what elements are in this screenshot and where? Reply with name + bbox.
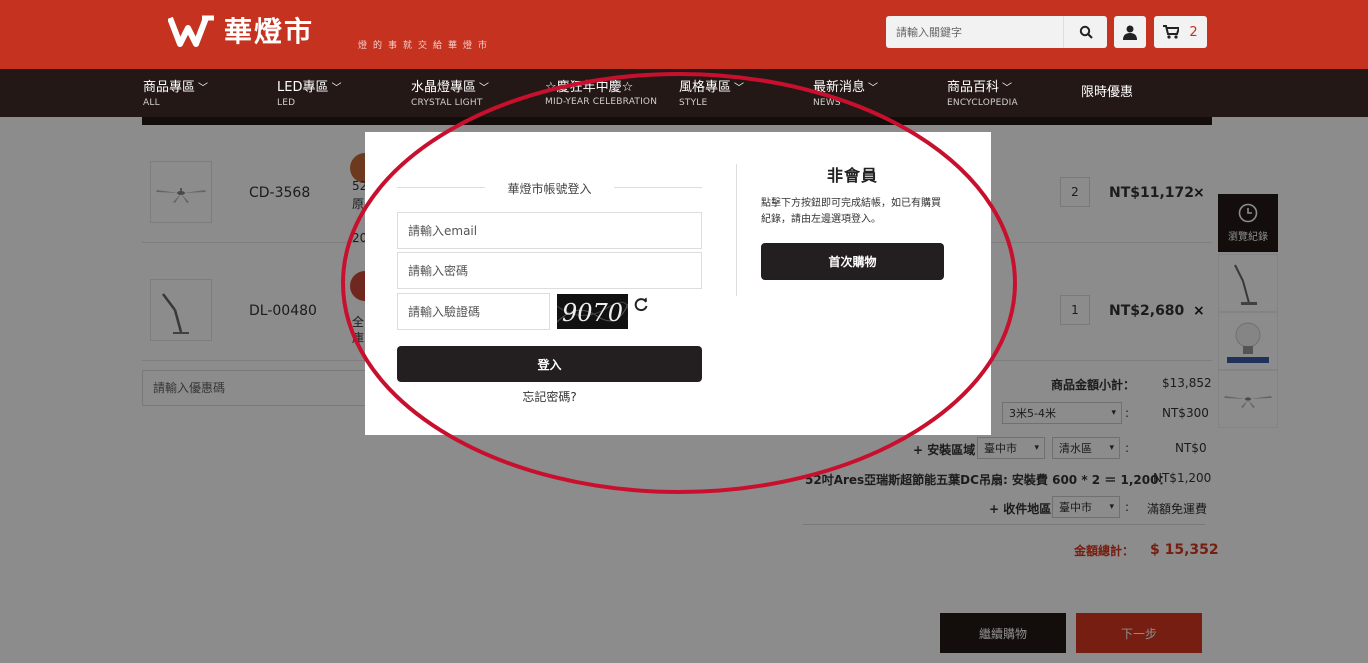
nav-label: 限時優惠 (1081, 85, 1134, 100)
chevron-down-icon: ﹀ (1002, 83, 1013, 94)
login-title-text: 華燈市帳號登入 (495, 182, 604, 196)
forgot-password-link[interactable]: 忘記密碼? (397, 388, 702, 405)
nav-item-limited-offer[interactable]: 限時優惠 (1081, 85, 1133, 101)
login-title-row: 華燈市帳號登入 (397, 180, 702, 197)
nav-item-encyclopedia[interactable]: 商品百科 ﹀ ENCYCLOPEDIA (947, 80, 1018, 109)
login-button[interactable]: 登入 (397, 346, 702, 382)
nav-item-midyear[interactable]: ☆慶狂年中慶☆ MID-YEAR CELEBRATION (545, 80, 657, 108)
logo-text: 華燈市 (224, 15, 315, 48)
nav-label: LED專區 (277, 80, 329, 95)
nav-sublabel: ENCYCLOPEDIA (947, 98, 1018, 108)
nav-label: 風格專區 (679, 80, 732, 95)
top-header: 華燈市 燈的事就交給華燈市 2 (0, 0, 1368, 69)
logo-w-icon (168, 15, 214, 47)
nav-sublabel: LED (277, 98, 296, 108)
email-input[interactable] (397, 212, 702, 249)
guest-title: 非會員 (826, 166, 878, 185)
site-logo[interactable]: 華燈市 燈的事就交給華燈市 (168, 14, 487, 54)
login-modal: 華燈市帳號登入 9070 登入 忘記密碼? 非會員 點擊下方按鈕即可完成結帳，如… (365, 132, 991, 435)
login-title: 華燈市帳號登入 (397, 180, 702, 197)
nav-sublabel: ALL (143, 98, 160, 108)
nav-item-led[interactable]: LED專區 ﹀ LED (277, 80, 341, 109)
nav-sublabel: MID-YEAR CELEBRATION (545, 97, 658, 107)
guest-description: 點擊下方按鈕即可完成結帳，如已有購買紀錄，請由左邊選項登入。 (761, 198, 941, 225)
chevron-down-icon: ﹀ (198, 83, 209, 94)
nav-label: ☆慶狂年中慶☆ (545, 80, 634, 95)
search-box (886, 16, 1107, 48)
nav-label: 水晶燈專區 (411, 80, 477, 95)
chevron-down-icon: ﹀ (868, 83, 879, 94)
search-icon (1079, 25, 1093, 39)
cart-button[interactable]: 2 (1154, 16, 1207, 48)
chevron-down-icon: ﹀ (734, 83, 745, 94)
nav-item-crystal[interactable]: 水晶燈專區 ﹀ CRYSTAL LIGHT (411, 80, 489, 109)
captcha-input[interactable] (397, 293, 550, 330)
nav-item-style[interactable]: 風格專區 ﹀ STYLE (679, 80, 744, 109)
user-icon (1123, 25, 1137, 40)
member-button[interactable] (1114, 16, 1146, 48)
search-button[interactable] (1063, 16, 1107, 48)
nav-sublabel: CRYSTAL LIGHT (411, 98, 483, 108)
main-nav: 商品專區 ﹀ ALL LED專區 ﹀ LED 水晶燈專區 ﹀ CRYSTAL LIGH… (0, 69, 1368, 117)
cart-count: 2 (1189, 24, 1198, 40)
captcha-text: 9070 (562, 299, 623, 327)
modal-divider (736, 164, 737, 296)
nav-label: 商品百科 (947, 80, 1000, 95)
nav-sublabel: STYLE (679, 98, 708, 108)
nav-item-all[interactable]: 商品專區 ﹀ ALL (143, 80, 208, 109)
guest-checkout-button[interactable]: 首次購物 (761, 243, 944, 280)
chevron-down-icon: ﹀ (479, 83, 490, 94)
nav-item-news[interactable]: 最新消息 ﹀ NEWS (813, 80, 878, 109)
nav-label: 最新消息 (813, 80, 866, 95)
nav-sublabel: NEWS (813, 98, 841, 108)
cart-icon (1163, 25, 1180, 39)
chevron-down-icon: ﹀ (331, 83, 342, 94)
search-input[interactable] (886, 16, 1066, 48)
refresh-captcha-icon[interactable] (633, 296, 649, 312)
captcha-image: 9070 (557, 294, 628, 329)
password-input[interactable] (397, 252, 702, 289)
logo-slogan: 燈的事就交給華燈市 (358, 41, 494, 51)
nav-label: 商品專區 (143, 80, 196, 95)
